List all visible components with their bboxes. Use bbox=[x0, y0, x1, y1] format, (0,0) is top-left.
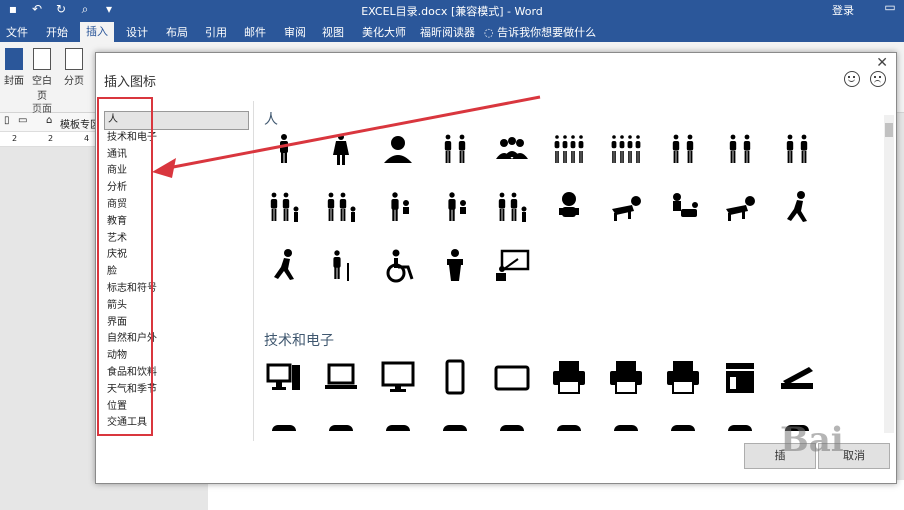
blank-page-icon bbox=[33, 48, 51, 70]
tell-me-label: 告诉我你想要做什么 bbox=[497, 26, 597, 39]
crowd-icon[interactable] bbox=[551, 131, 587, 167]
ruler-mark: 2 bbox=[48, 134, 54, 143]
couple-men-icon[interactable] bbox=[779, 131, 815, 167]
desktop-computer-icon[interactable] bbox=[266, 359, 302, 395]
tab-design[interactable]: 设计 bbox=[120, 23, 154, 42]
tablet-icon[interactable] bbox=[494, 359, 530, 395]
tab-foxit[interactable]: 福昕阅读器 bbox=[414, 23, 481, 42]
group-meeting-icon[interactable] bbox=[494, 131, 530, 167]
copier-icon[interactable] bbox=[722, 359, 758, 395]
blank-page-label: 空白页 bbox=[32, 76, 52, 102]
lightbulb-icon: ◌ bbox=[484, 26, 498, 39]
tab-beautify[interactable]: 美化大师 bbox=[356, 23, 412, 42]
scanner-icon[interactable] bbox=[779, 359, 815, 395]
scroll-thumb[interactable] bbox=[885, 123, 893, 137]
couple-icon[interactable] bbox=[665, 131, 701, 167]
cover-page-button[interactable]: 封面 bbox=[0, 48, 28, 87]
walking-icon[interactable] bbox=[779, 189, 815, 225]
partial-icon[interactable] bbox=[380, 419, 416, 431]
close-icon[interactable]: ✕ bbox=[876, 55, 888, 71]
speaker-podium-icon[interactable] bbox=[437, 247, 473, 283]
partial-icon[interactable] bbox=[494, 419, 530, 431]
home-icon[interactable]: ⌂ bbox=[46, 115, 52, 126]
login-button[interactable]: 登录 bbox=[832, 2, 854, 18]
partial-icon[interactable] bbox=[608, 419, 644, 431]
ribbon-tabs: 文件 开始 插入 设计 布局 引用 邮件 审阅 视图 美化大师 福昕阅读器 ◌ … bbox=[0, 20, 904, 42]
running-icon[interactable] bbox=[266, 247, 302, 283]
ribbon-display-icon[interactable]: ▭ bbox=[880, 0, 900, 14]
couple-women-icon[interactable] bbox=[722, 131, 758, 167]
smartphone-icon[interactable] bbox=[437, 359, 473, 395]
section-title-people: 人 bbox=[264, 112, 278, 128]
crawling-adult-icon[interactable] bbox=[722, 189, 758, 225]
presenter-board-icon[interactable] bbox=[494, 247, 530, 283]
partial-icon[interactable] bbox=[323, 419, 359, 431]
diaper-change-icon[interactable] bbox=[665, 189, 701, 225]
tab-file[interactable]: 文件 bbox=[0, 23, 34, 42]
ruler: 2 2 4 bbox=[0, 132, 100, 147]
wheelchair-icon[interactable] bbox=[380, 247, 416, 283]
tab-mailings[interactable]: 邮件 bbox=[238, 23, 272, 42]
printer-icon[interactable] bbox=[551, 359, 587, 395]
pane-divider bbox=[253, 101, 254, 441]
partial-icon[interactable] bbox=[551, 419, 587, 431]
family-icon[interactable] bbox=[266, 189, 302, 225]
template-zone-label[interactable]: 模板专区 bbox=[60, 116, 100, 131]
folder-icon[interactable]: ▭ bbox=[18, 115, 27, 126]
crowd-women-icon[interactable] bbox=[608, 131, 644, 167]
monitor-icon[interactable] bbox=[380, 359, 416, 395]
family-walk-icon[interactable] bbox=[494, 189, 530, 225]
tab-references[interactable]: 引用 bbox=[199, 23, 233, 42]
nav-strip: ▯ ▭ ⌂ 模板专区 bbox=[0, 113, 100, 132]
crawling-baby-icon[interactable] bbox=[608, 189, 644, 225]
partial-icon[interactable] bbox=[665, 419, 701, 431]
shredder-icon[interactable] bbox=[665, 359, 701, 395]
page-break-button[interactable]: 分页 bbox=[60, 48, 88, 87]
family-child-icon[interactable] bbox=[323, 189, 359, 225]
tab-review[interactable]: 审阅 bbox=[278, 23, 312, 42]
tab-insert[interactable]: 插入 bbox=[80, 22, 114, 42]
fax-icon[interactable] bbox=[608, 359, 644, 395]
frown-feedback-icon[interactable] bbox=[870, 71, 886, 87]
partial-icon[interactable] bbox=[722, 419, 758, 431]
partial-icon[interactable] bbox=[266, 419, 302, 431]
group-icon[interactable] bbox=[437, 131, 473, 167]
window-title: EXCEL目录.docx [兼容模式] - Word bbox=[361, 5, 543, 18]
watermark-logo: Bai bbox=[780, 420, 844, 460]
tab-layout[interactable]: 布局 bbox=[160, 23, 194, 42]
ruler-mark: 2 bbox=[12, 134, 18, 143]
icon-gallery bbox=[256, 131, 876, 431]
ruler-mark: 4 bbox=[84, 134, 90, 143]
parent-baby-icon[interactable] bbox=[380, 189, 416, 225]
tell-me-box[interactable]: ◌ 告诉我你想要做什么 bbox=[484, 23, 596, 42]
person-bust-icon[interactable] bbox=[380, 131, 416, 167]
window-controls: ▭ bbox=[880, 0, 900, 14]
partial-icon[interactable] bbox=[437, 419, 473, 431]
insert-icons-dialog: 插入图标 ✕ 人技术和电子 通讯 商业 分析 商贸 教育 艺术 庆祝脸标志和符号 箭头 界面 自然和… bbox=[95, 52, 897, 484]
gallery-scrollbar[interactable] bbox=[884, 115, 894, 433]
father-child-icon[interactable] bbox=[437, 189, 473, 225]
man-icon[interactable] bbox=[266, 131, 302, 167]
document-page[interactable] bbox=[208, 480, 904, 510]
page-break-icon bbox=[65, 48, 83, 70]
tab-view[interactable]: 视图 bbox=[316, 23, 350, 42]
annotation-highlight-box bbox=[97, 97, 153, 436]
blank-page-button[interactable]: 空白页 bbox=[28, 48, 56, 102]
cover-page-icon bbox=[5, 48, 23, 70]
cover-page-label: 封面 bbox=[4, 76, 24, 87]
laptop-icon[interactable] bbox=[323, 359, 359, 395]
dialog-title: 插入图标 bbox=[104, 75, 157, 90]
document-icon[interactable]: ▯ bbox=[4, 115, 10, 126]
tab-home[interactable]: 开始 bbox=[40, 23, 74, 42]
page-break-label: 分页 bbox=[64, 76, 84, 87]
title-bar: ▪ ↶ ↻ ⌕ ▾ EXCEL目录.docx [兼容模式] - Word 登录 … bbox=[0, 0, 904, 20]
baby-icon[interactable] bbox=[551, 189, 587, 225]
woman-icon[interactable] bbox=[323, 131, 359, 167]
elderly-cane-icon[interactable] bbox=[323, 247, 359, 283]
smile-feedback-icon[interactable] bbox=[844, 71, 860, 87]
